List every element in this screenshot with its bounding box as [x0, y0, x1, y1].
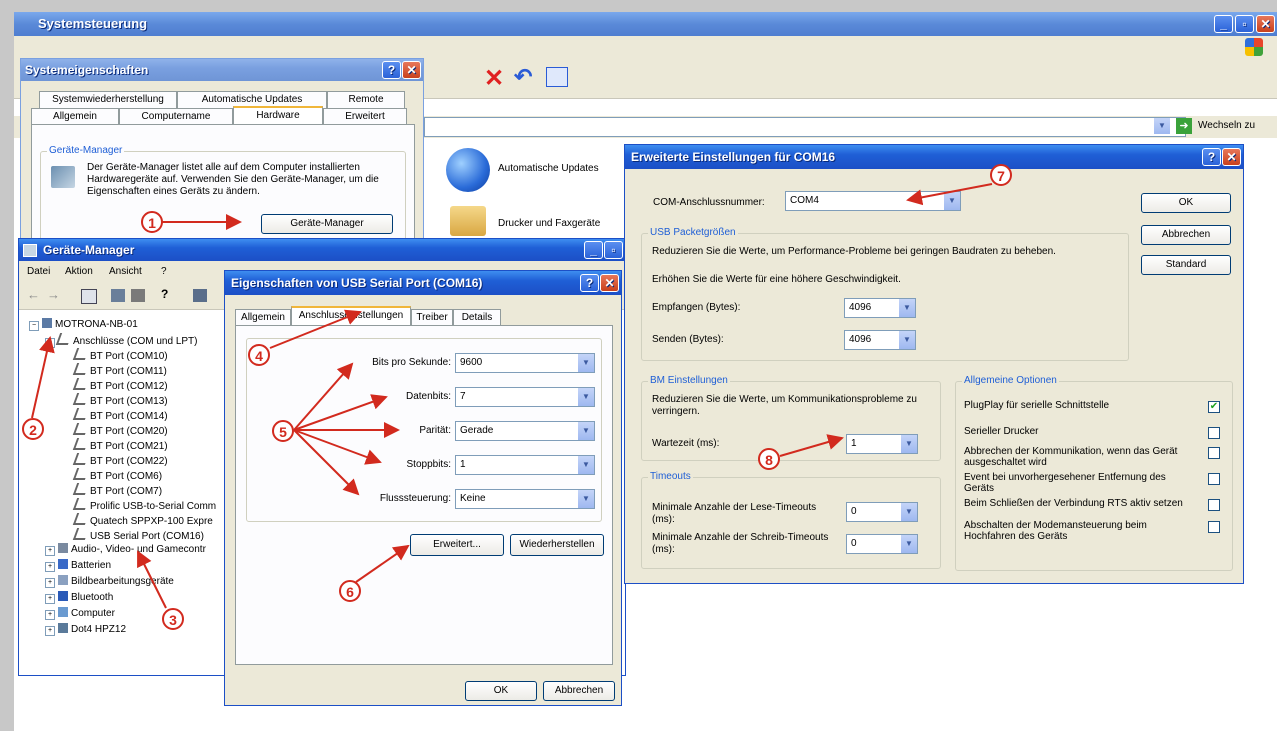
- annotation-marker-1: 1: [141, 211, 163, 233]
- arrow-5e: [293, 429, 360, 496]
- arrow-7: [906, 183, 993, 206]
- annotation-marker-4: 4: [248, 344, 270, 366]
- arrow-3: [137, 550, 167, 609]
- annotation-marker-2: 2: [22, 418, 44, 440]
- annotation-marker-3: 3: [162, 608, 184, 630]
- annotation-arrows: [31, 183, 993, 609]
- annotation-marker-8: 8: [758, 448, 780, 470]
- arrow-6: [355, 544, 410, 583]
- arrow-2: [31, 336, 55, 419]
- arrow-4: [269, 309, 362, 349]
- annotation-marker-7: 7: [990, 164, 1012, 186]
- annotation-marker-5: 5: [272, 420, 294, 442]
- arrow-5d: [293, 429, 382, 465]
- annotation-marker-6: 6: [339, 580, 361, 602]
- arrow-8: [779, 434, 844, 457]
